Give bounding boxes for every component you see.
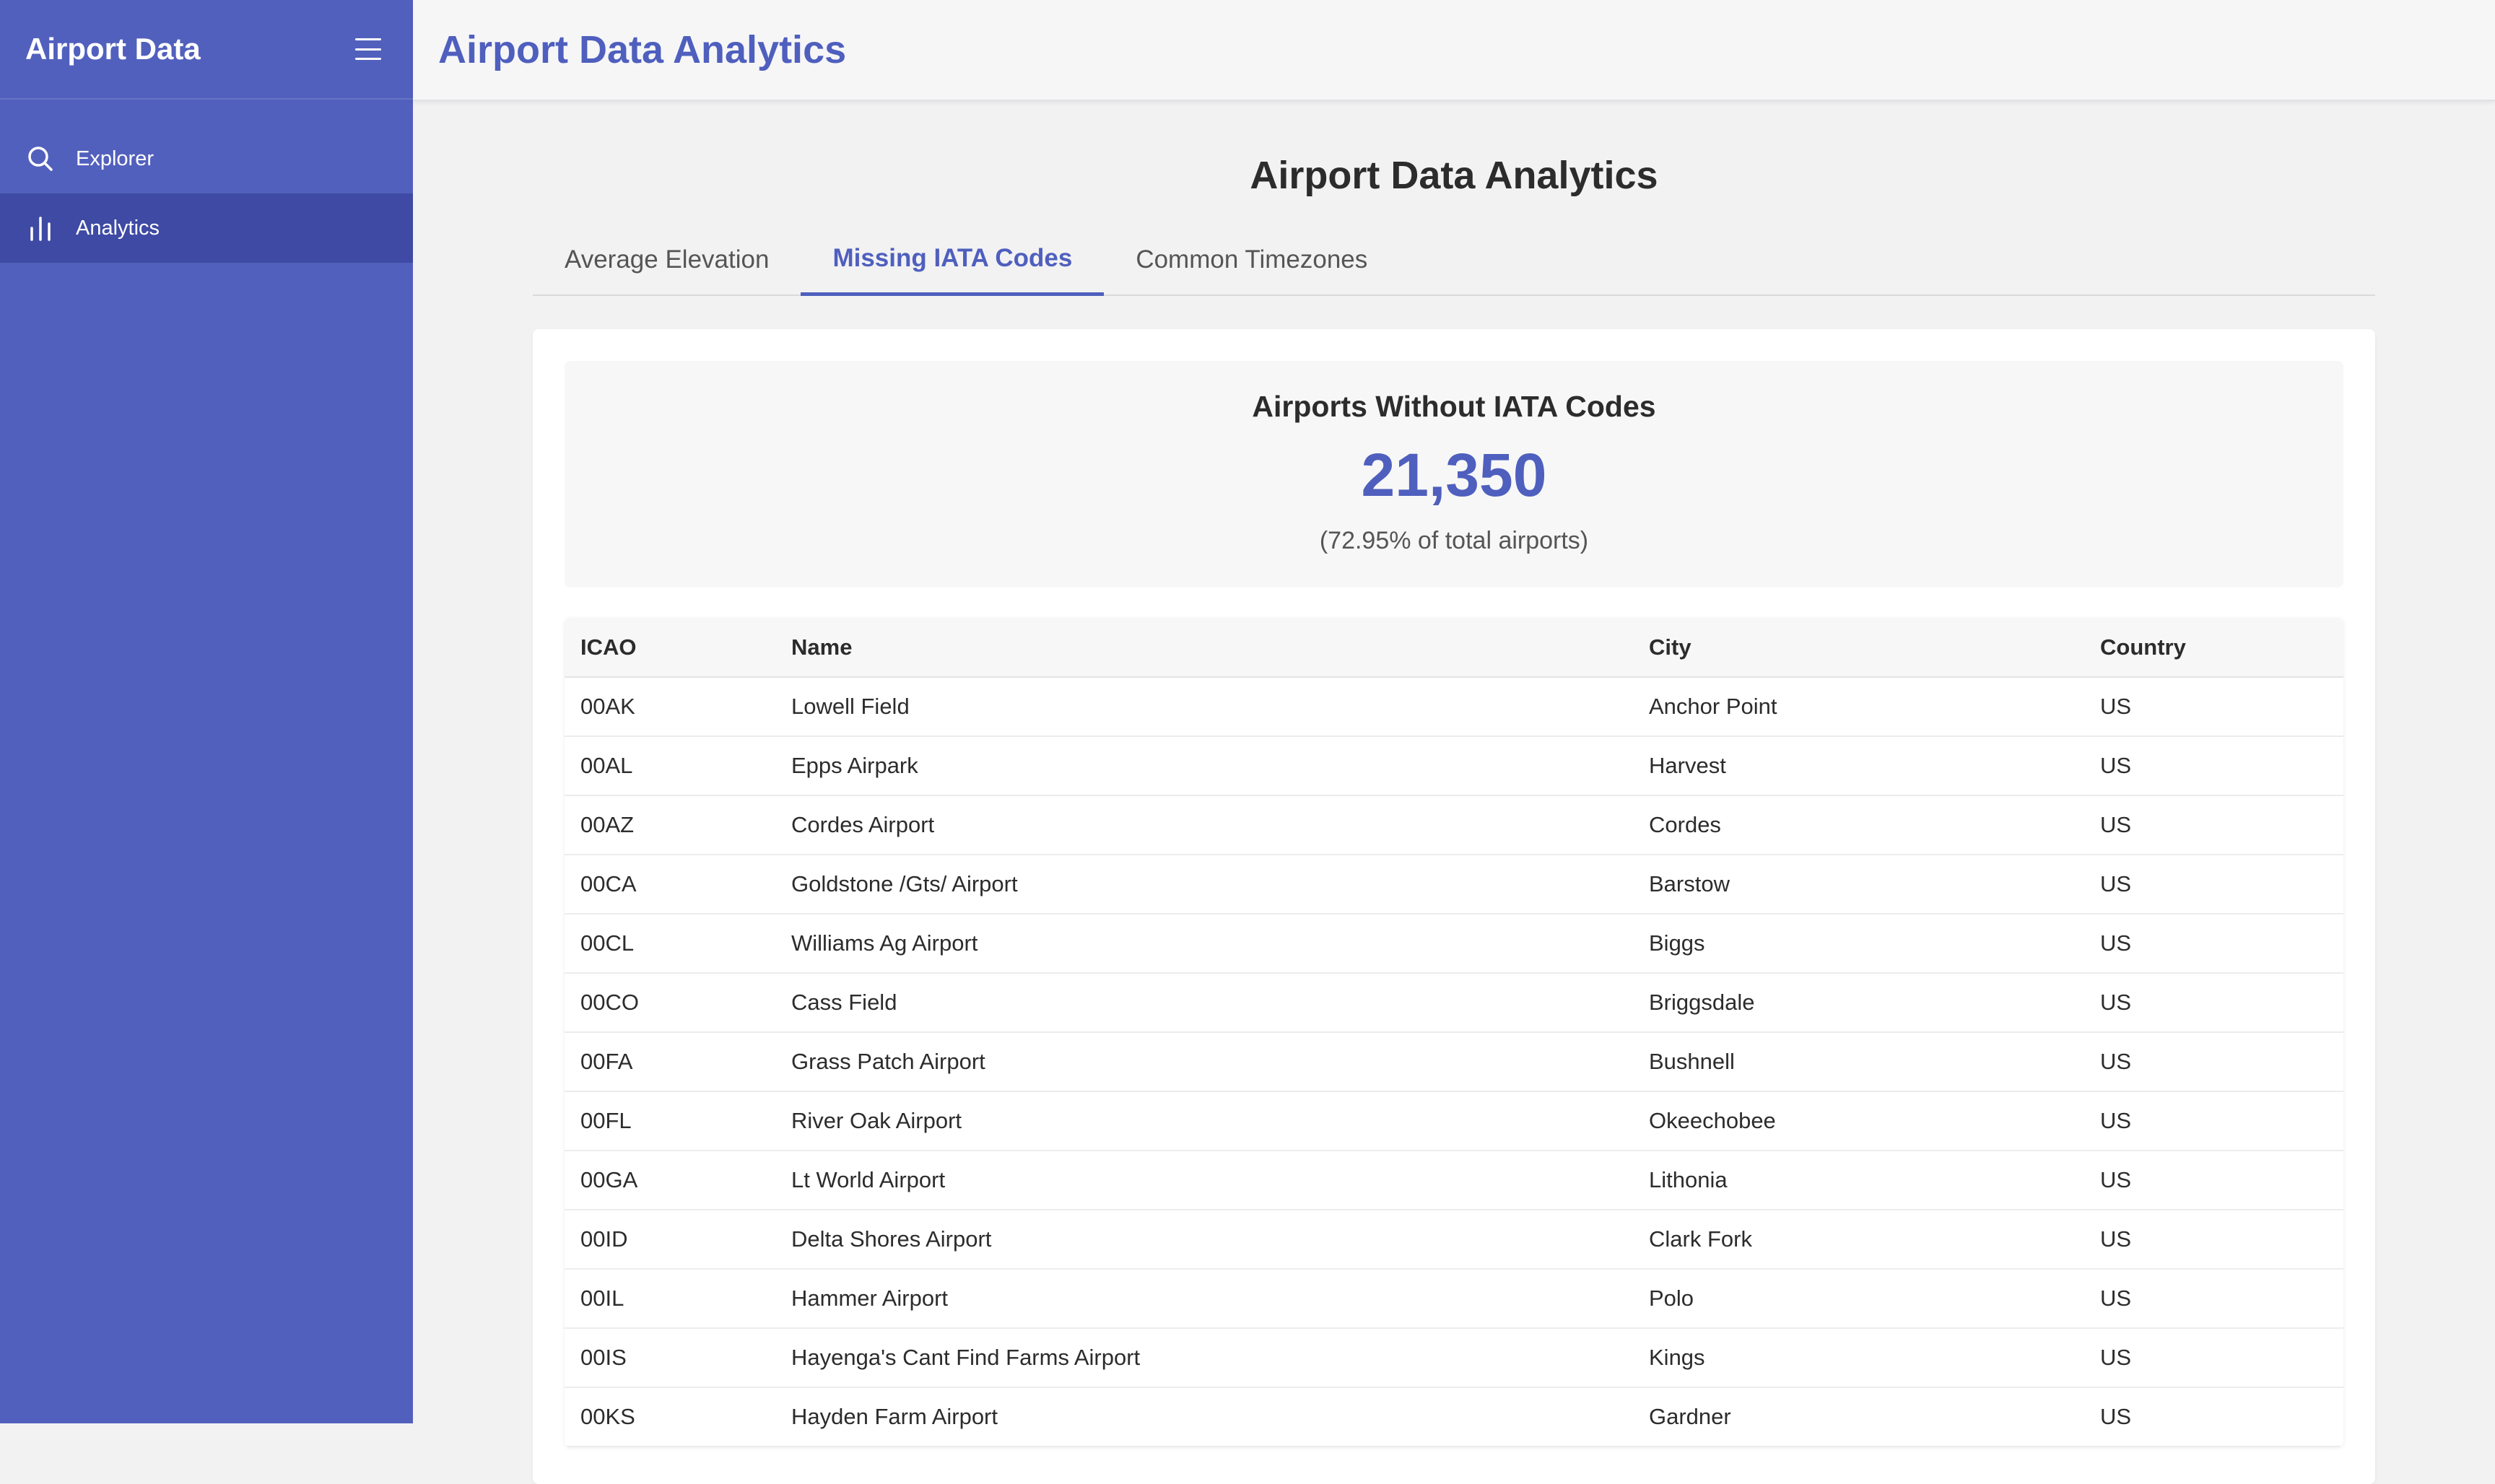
main-content: Airport Data Analytics Average Elevation… (413, 102, 2495, 1484)
sidebar-item-analytics[interactable]: Analytics (0, 193, 413, 263)
name-cell: Cordes Airport (775, 795, 1633, 855)
country-cell: US (2084, 914, 2343, 974)
icao-cell: 00IL (565, 1269, 775, 1329)
analytics-tabs: Average Elevation Missing IATA Codes Com… (533, 224, 2375, 296)
table-row[interactable]: 00FL River Oak Airport Okeechobee US (565, 1091, 2343, 1151)
bar-chart-icon (25, 213, 56, 243)
icao-cell: 00IS (565, 1328, 775, 1388)
city-cell: Clark Fork (1633, 1210, 2084, 1270)
city-cell: Okeechobee (1633, 1091, 2084, 1151)
sidebar: Airport Data Explorer Analytics (0, 0, 413, 1423)
table-row[interactable]: 00ID Delta Shores Airport Clark Fork US (565, 1210, 2343, 1270)
app-title: Airport Data (25, 32, 201, 66)
airports-table-container: ICAO Name City Country 00AK Lowell Field A… (565, 618, 2343, 1447)
table-row[interactable]: 00AL Epps Airpark Harvest US (565, 736, 2343, 796)
icao-cell: 00AL (565, 736, 775, 796)
country-cell: US (2084, 1387, 2343, 1447)
tab-average-elevation[interactable]: Average Elevation (533, 224, 801, 296)
name-cell: Delta Shores Airport (775, 1210, 1633, 1270)
top-header: Airport Data Analytics (413, 0, 2495, 101)
tab-common-timezones[interactable]: Common Timezones (1104, 224, 1399, 296)
name-cell: Cass Field (775, 973, 1633, 1033)
table-row[interactable]: 00CO Cass Field Briggsdale US (565, 973, 2343, 1033)
icao-cell: 00FA (565, 1032, 775, 1092)
table-header-row: ICAO Name City Country (565, 618, 2343, 678)
tab-missing-iata-codes[interactable]: Missing IATA Codes (801, 224, 1105, 296)
stat-value: 21,350 (1361, 441, 1547, 509)
country-cell: US (2084, 973, 2343, 1033)
country-cell: US (2084, 1032, 2343, 1092)
search-icon (25, 144, 56, 174)
icao-cell: 00CL (565, 914, 775, 974)
table-row[interactable]: 00AZ Cordes Airport Cordes US (565, 795, 2343, 855)
sidebar-item-explorer[interactable]: Explorer (0, 124, 413, 193)
icao-cell: 00CA (565, 855, 775, 915)
icao-cell: 00FL (565, 1091, 775, 1151)
icao-cell: 00CO (565, 973, 775, 1033)
sidebar-header: Airport Data (0, 0, 413, 100)
name-cell: Goldstone /Gts/ Airport (775, 855, 1633, 915)
country-cell: US (2084, 1210, 2343, 1270)
name-cell: Hammer Airport (775, 1269, 1633, 1329)
country-cell: US (2084, 1328, 2343, 1388)
country-cell: US (2084, 736, 2343, 796)
name-cell: Hayenga's Cant Find Farms Airport (775, 1328, 1633, 1388)
icao-cell: 00AZ (565, 795, 775, 855)
city-cell: Gardner (1633, 1387, 2084, 1447)
table-row[interactable]: 00AK Lowell Field Anchor Point US (565, 677, 2343, 737)
table-row[interactable]: 00KS Hayden Farm Airport Gardner US (565, 1387, 2343, 1447)
city-cell: Polo (1633, 1269, 2084, 1329)
country-cell: US (2084, 1269, 2343, 1329)
sidebar-item-label: Explorer (76, 147, 154, 170)
table-row[interactable]: 00IL Hammer Airport Polo US (565, 1269, 2343, 1329)
name-cell: Lt World Airport (775, 1151, 1633, 1210)
name-cell: Williams Ag Airport (775, 914, 1633, 974)
sidebar-item-label: Analytics (76, 216, 160, 240)
table-row[interactable]: 00FA Grass Patch Airport Bushnell US (565, 1032, 2343, 1092)
icao-cell: 00KS (565, 1387, 775, 1447)
analytics-card: Airports Without IATA Codes 21,350 (72.9… (533, 329, 2375, 1484)
column-header-icao[interactable]: ICAO (565, 618, 775, 678)
country-cell: US (2084, 1151, 2343, 1210)
icao-cell: 00ID (565, 1210, 775, 1270)
column-header-city[interactable]: City (1633, 618, 2084, 678)
city-cell: Lithonia (1633, 1151, 2084, 1210)
column-header-country[interactable]: Country (2084, 618, 2343, 678)
name-cell: Grass Patch Airport (775, 1032, 1633, 1092)
name-cell: Hayden Farm Airport (775, 1387, 1633, 1447)
country-cell: US (2084, 855, 2343, 915)
city-cell: Biggs (1633, 914, 2084, 974)
page-title: Airport Data Analytics (1250, 154, 1658, 197)
column-header-name[interactable]: Name (775, 618, 1633, 678)
stat-summary: Airports Without IATA Codes 21,350 (72.9… (565, 361, 2343, 588)
country-cell: US (2084, 677, 2343, 737)
hamburger-menu-icon[interactable] (355, 38, 381, 60)
airports-table: ICAO Name City Country 00AK Lowell Field A… (565, 618, 2343, 1447)
city-cell: Cordes (1633, 795, 2084, 855)
icao-cell: 00GA (565, 1151, 775, 1210)
name-cell: River Oak Airport (775, 1091, 1633, 1151)
name-cell: Epps Airpark (775, 736, 1633, 796)
country-cell: US (2084, 795, 2343, 855)
table-row[interactable]: 00CL Williams Ag Airport Biggs US (565, 914, 2343, 974)
sidebar-nav: Explorer Analytics (0, 100, 413, 263)
table-row[interactable]: 00CA Goldstone /Gts/ Airport Barstow US (565, 855, 2343, 915)
stat-heading: Airports Without IATA Codes (1252, 390, 1656, 423)
table-body: 00AK Lowell Field Anchor Point US 00AL Epps A… (565, 677, 2343, 1447)
table-row[interactable]: 00IS Hayenga's Cant Find Farms Airport Kin… (565, 1328, 2343, 1388)
country-cell: US (2084, 1091, 2343, 1151)
city-cell: Anchor Point (1633, 677, 2084, 737)
city-cell: Bushnell (1633, 1032, 2084, 1092)
city-cell: Briggsdale (1633, 973, 2084, 1033)
table-row[interactable]: 00GA Lt World Airport Lithonia US (565, 1151, 2343, 1210)
header-title: Airport Data Analytics (438, 28, 847, 71)
city-cell: Kings (1633, 1328, 2084, 1388)
name-cell: Lowell Field (775, 677, 1633, 737)
city-cell: Harvest (1633, 736, 2084, 796)
stat-percentage: (72.95% of total airports) (1319, 527, 1589, 554)
icao-cell: 00AK (565, 677, 775, 737)
city-cell: Barstow (1633, 855, 2084, 915)
